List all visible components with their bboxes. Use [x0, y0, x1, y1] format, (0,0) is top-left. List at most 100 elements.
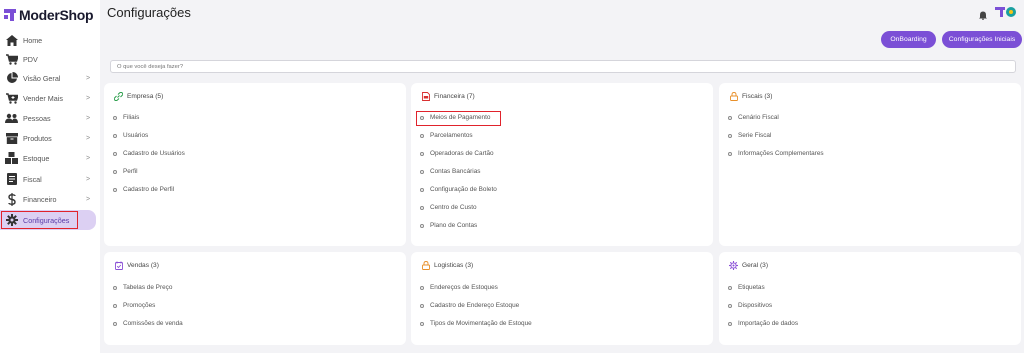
sidebar-item-produtos[interactable]: Produtos >	[0, 128, 96, 148]
bullet-icon	[113, 169, 117, 174]
list-item[interactable]: Plano de Contas	[420, 222, 477, 229]
list-item[interactable]: Endereços de Estoques	[420, 284, 498, 291]
card-header: Fiscais (3)	[729, 92, 772, 101]
box-icon	[5, 132, 18, 145]
sidebar-item-fiscal[interactable]: Fiscal >	[0, 169, 96, 189]
boxes-icon	[5, 152, 18, 165]
card-title: Logisticas (3)	[434, 262, 474, 269]
highlight-box	[416, 111, 501, 126]
pdf-document-icon	[421, 92, 430, 101]
list-item[interactable]: Cadastro de Usuários	[113, 150, 185, 157]
card-title: Financeira (7)	[434, 93, 475, 100]
cart-plus-icon	[5, 92, 18, 105]
chevron-right-icon: >	[86, 134, 91, 142]
bullet-icon	[728, 133, 732, 138]
item-label: Operadoras de Cartão	[430, 150, 494, 157]
document-icon	[5, 173, 18, 186]
list-item[interactable]: Parcelamentos	[420, 132, 473, 139]
sidebar-item-estoque[interactable]: Estoque >	[0, 148, 96, 168]
bullet-icon	[113, 285, 117, 290]
chevron-right-icon: >	[86, 74, 91, 82]
list-item[interactable]: Etiquetas	[728, 284, 765, 291]
card-empresa: Empresa (5) Filiais Usuários Cadastro de…	[104, 83, 406, 246]
bullet-icon	[113, 133, 117, 138]
list-item[interactable]: Configuração de Boleto	[420, 186, 497, 193]
list-item[interactable]: Comissões de venda	[113, 320, 183, 327]
item-label: Comissões de venda	[123, 320, 183, 327]
list-item[interactable]: Promoções	[113, 302, 155, 309]
sidebar-item-financeiro[interactable]: Financeiro >	[0, 189, 96, 209]
dollar-icon	[5, 192, 18, 206]
item-label: Serie Fiscal	[738, 132, 772, 139]
configuracoes-iniciais-button[interactable]: Configurações Iniciais	[942, 31, 1022, 48]
bullet-icon	[420, 285, 424, 290]
list-item[interactable]: Operadoras de Cartão	[420, 150, 494, 157]
sidebar-item-vender-mais[interactable]: Vender Mais >	[0, 88, 96, 108]
sidebar-item-pdv[interactable]: PDV	[0, 49, 96, 69]
bullet-icon	[728, 115, 732, 120]
sidebar-item-pessoas[interactable]: Pessoas >	[0, 108, 96, 128]
item-label: Informações Complementares	[738, 150, 824, 157]
bullet-icon	[728, 285, 732, 290]
item-label: Parcelamentos	[430, 132, 473, 139]
item-label: Filiais	[123, 114, 140, 121]
item-label: Cadastro de Endereço Estoque	[430, 302, 520, 309]
item-label: Centro de Custo	[430, 204, 477, 211]
chevron-right-icon: >	[86, 195, 91, 203]
sidebar-item-label: PDV	[23, 54, 38, 64]
sidebar-item-home[interactable]: Home	[0, 30, 96, 50]
home-icon	[5, 34, 18, 47]
bullet-icon	[420, 169, 424, 174]
bullet-icon	[420, 205, 424, 210]
lock-icon	[421, 261, 430, 270]
list-item[interactable]: Cenário Fiscal	[728, 114, 779, 121]
card-financeira: Financeira (7) Meios de Pagamento Parcel…	[411, 83, 713, 246]
bullet-icon	[728, 303, 732, 308]
list-item[interactable]: Serie Fiscal	[728, 132, 771, 139]
sidebar-item-label: Vender Mais	[23, 93, 63, 103]
list-item[interactable]: Tabelas de Preço	[113, 284, 172, 291]
page-title: Configurações	[107, 5, 191, 20]
brand-mark-icon	[995, 7, 1005, 17]
item-label: Configuração de Boleto	[430, 186, 497, 193]
item-label: Importação de dados	[738, 320, 799, 327]
list-item[interactable]: Dispositivos	[728, 302, 772, 309]
card-geral: Geral (3) Etiquetas Dispositivos Importa…	[719, 252, 1021, 345]
card-logisticas: Logisticas (3) Endereços de Estoques Cad…	[411, 252, 713, 345]
card-title: Vendas (3)	[127, 262, 159, 269]
bell-icon[interactable]	[979, 7, 989, 21]
list-item[interactable]: Usuários	[113, 132, 148, 139]
bullet-icon	[420, 321, 424, 326]
chevron-right-icon: >	[86, 154, 91, 162]
search-input[interactable]	[110, 60, 1016, 73]
item-label: Cadastro de Usuários	[123, 150, 185, 157]
list-item[interactable]: Contas Bancárias	[420, 168, 480, 175]
avatar[interactable]	[1006, 7, 1016, 17]
sidebar: ModerShop Home PDV Visão Geral > Vender …	[0, 0, 100, 353]
list-item[interactable]: Informações Complementares	[728, 150, 824, 157]
item-label: Etiquetas	[738, 284, 765, 291]
bullet-icon	[420, 303, 424, 308]
item-label: Endereços de Estoques	[430, 284, 498, 291]
list-item[interactable]: Centro de Custo	[420, 204, 477, 211]
onboarding-button[interactable]: OnBoarding	[881, 31, 936, 48]
bullet-icon	[113, 151, 117, 156]
bullet-icon	[113, 303, 117, 308]
list-item[interactable]: Cadastro de Perfil	[113, 186, 174, 193]
list-item[interactable]: Perfil	[113, 168, 138, 175]
card-header: Empresa (5)	[114, 92, 163, 101]
list-item[interactable]: Filiais	[113, 114, 139, 121]
logo[interactable]: ModerShop	[4, 6, 94, 24]
card-vendas: Vendas (3) Tabelas de Preço Promoções Co…	[104, 252, 406, 345]
card-title: Geral (3)	[742, 262, 769, 269]
list-item[interactable]: Tipos de Movimentação de Estoque	[420, 320, 532, 327]
item-label: Cadastro de Perfil	[123, 186, 175, 193]
card-header: Vendas (3)	[114, 261, 159, 270]
list-item[interactable]: Importação de dados	[728, 320, 798, 327]
chevron-right-icon: >	[86, 114, 91, 122]
card-title: Fiscais (3)	[742, 93, 773, 100]
card-title: Empresa (5)	[127, 93, 164, 100]
sidebar-item-visao-geral[interactable]: Visão Geral >	[0, 68, 96, 88]
list-item[interactable]: Cadastro de Endereço Estoque	[420, 302, 519, 309]
gear-icon	[729, 261, 738, 270]
